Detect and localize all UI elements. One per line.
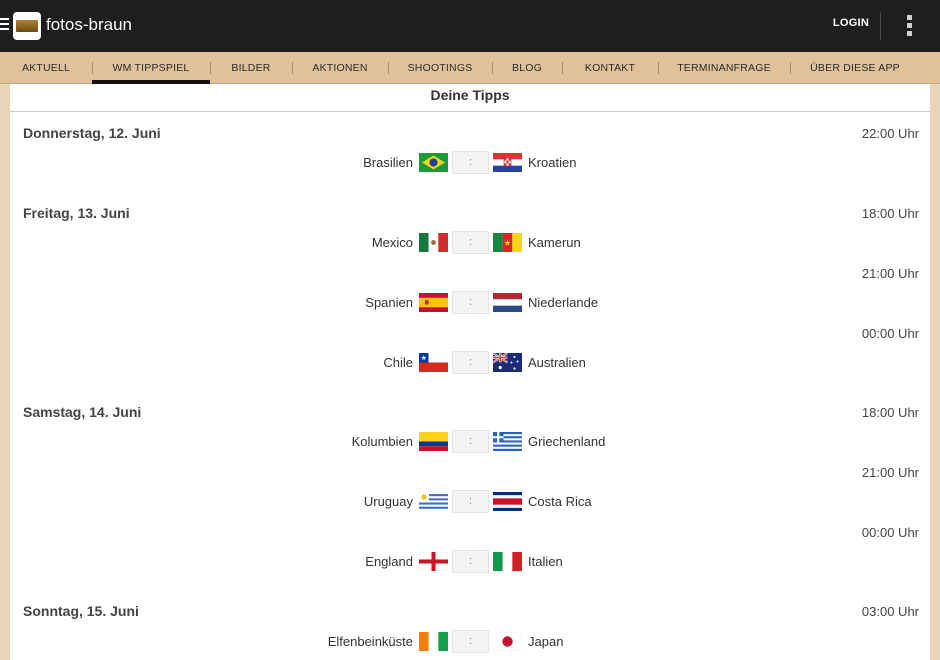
match-row: Elfenbeinküste : Japan [10, 630, 930, 654]
tab-aktionen[interactable]: AKTIONEN [292, 52, 388, 84]
ivory-coast-flag-icon [419, 632, 448, 651]
away-team-name: Costa Rica [528, 494, 592, 509]
score-separator: : [468, 356, 473, 368]
match-row: Mexico : Kamerun [10, 231, 930, 255]
mexico-flag-icon [419, 233, 448, 252]
app-title: fotos-braun [46, 15, 132, 34]
day-header: Freitag, 13. Juni [23, 205, 130, 221]
tab-wm-tippspiel[interactable]: WM TIPPSPIEL [92, 52, 210, 84]
tab-aktuell[interactable]: AKTUELL [0, 52, 92, 84]
score-input[interactable]: : [452, 291, 489, 314]
tab-kontakt[interactable]: KONTAKT [562, 52, 658, 84]
match-time: 22:00 Uhr [861, 126, 919, 141]
home-team-name: Kolumbien [351, 434, 413, 449]
cameroon-flag-icon [493, 233, 522, 252]
match-row: Uruguay : Costa Rica [10, 490, 930, 514]
match-row: Brasilien : Kroatien [10, 151, 930, 175]
away-team-name: Japan [528, 634, 564, 649]
score-separator: : [468, 495, 473, 507]
tab-terminanfrage[interactable]: TERMINANFRAGE [658, 52, 790, 84]
tab-ueber-diese-app[interactable]: ÜBER DIESE APP [790, 52, 920, 84]
app-bar: fotos-braun LOGIN [0, 0, 940, 52]
match-time: 21:00 Uhr [861, 266, 919, 281]
login-button[interactable]: LOGIN [823, 17, 879, 29]
score-separator: : [468, 635, 473, 647]
match-row: Kolumbien : Griechenland [10, 430, 930, 454]
score-input[interactable]: : [452, 430, 489, 453]
appbar-divider [880, 12, 881, 40]
score-input[interactable]: : [452, 351, 489, 374]
away-team-name: Kamerun [528, 235, 581, 250]
more-vert-icon[interactable] [907, 15, 913, 37]
home-team-name: Chile [383, 355, 413, 370]
home-team-name: Uruguay [363, 494, 413, 509]
score-input[interactable]: : [452, 490, 489, 513]
brazil-flag-icon [419, 153, 448, 172]
tab-bilder[interactable]: BILDER [210, 52, 292, 84]
home-team-name: Mexico [371, 235, 413, 250]
score-separator: : [468, 435, 473, 447]
match-time: 03:00 Uhr [861, 604, 919, 619]
away-team-name: Griechenland [528, 434, 606, 449]
match-row: Chile : Australien [10, 351, 930, 375]
england-flag-icon [419, 552, 448, 571]
day-header: Samstag, 14. Juni [23, 404, 142, 420]
home-team-name: England [365, 554, 413, 569]
score-input[interactable]: : [452, 231, 489, 254]
tab-shootings[interactable]: SHOOTINGS [388, 52, 492, 84]
spain-flag-icon [419, 293, 448, 312]
tips-card: Deine Tipps Donnerstag, 12. Juni 22:00 U… [10, 84, 930, 660]
match-time: 00:00 Uhr [861, 525, 919, 540]
hamburger-icon[interactable] [0, 18, 9, 33]
match-row: Spanien : Niederlande [10, 291, 930, 315]
chile-flag-icon [419, 353, 448, 372]
australia-flag-icon [493, 353, 522, 372]
score-separator: : [468, 296, 473, 308]
croatia-flag-icon [493, 153, 522, 172]
score-input[interactable]: : [452, 550, 489, 573]
match-row: England : Italien [10, 550, 930, 574]
score-input[interactable]: : [452, 151, 489, 174]
day-header: Donnerstag, 12. Juni [23, 125, 161, 141]
italy-flag-icon [493, 552, 522, 571]
greece-flag-icon [493, 432, 522, 451]
match-time: 18:00 Uhr [861, 405, 919, 420]
app-logo[interactable] [13, 12, 41, 40]
home-team-name: Brasilien [363, 155, 413, 170]
match-time: 21:00 Uhr [861, 465, 919, 480]
away-team-name: Italien [528, 554, 563, 569]
away-team-name: Kroatien [528, 155, 577, 170]
day-header: Sonntag, 15. Juni [23, 603, 139, 619]
page-title: Deine Tipps [10, 84, 930, 112]
tab-blog[interactable]: BLOG [492, 52, 562, 84]
away-team-name: Australien [528, 355, 586, 370]
costa-rica-flag-icon [493, 492, 522, 511]
netherlands-flag-icon [493, 293, 522, 312]
score-separator: : [468, 236, 473, 248]
japan-flag-icon [493, 632, 522, 651]
colombia-flag-icon [419, 432, 448, 451]
uruguay-flag-icon [419, 492, 448, 511]
score-separator: : [468, 156, 473, 168]
home-team-name: Elfenbeinküste [327, 634, 413, 649]
away-team-name: Niederlande [528, 295, 599, 310]
match-time: 18:00 Uhr [861, 206, 919, 221]
home-team-name: Spanien [365, 295, 413, 310]
match-time: 00:00 Uhr [861, 326, 919, 341]
tab-navigation: AKTUELL WM TIPPSPIEL BILDER AKTIONEN SHO… [0, 52, 940, 84]
score-separator: : [468, 555, 473, 567]
score-input[interactable]: : [452, 630, 489, 653]
